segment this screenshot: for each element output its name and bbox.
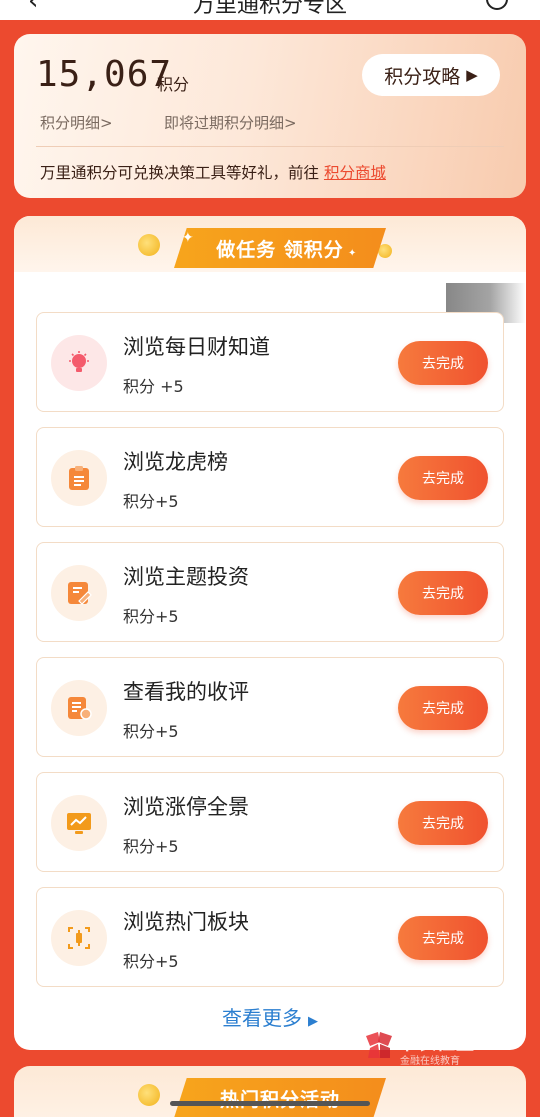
task-name: 浏览每日财知道 <box>123 335 270 359</box>
trend-monitor-icon <box>51 795 107 851</box>
points-guide-label: 积分攻略 <box>384 65 461 88</box>
hot-activities-banner: 热门积分活动 <box>174 1078 386 1117</box>
home-indicator[interactable] <box>170 1101 370 1106</box>
points-mall-link[interactable]: 积分商城 <box>324 164 386 182</box>
complete-task-button[interactable]: 去完成 <box>398 916 488 960</box>
complete-task-button[interactable]: 去完成 <box>398 801 488 845</box>
task-item: 浏览热门板块 积分+5 去完成 <box>36 887 504 987</box>
candlestick-icon <box>51 910 107 966</box>
task-name: 浏览涨停全景 <box>123 795 249 819</box>
task-points: 积分+5 <box>123 607 179 626</box>
complete-task-button[interactable]: 去完成 <box>398 571 488 615</box>
description-text: 万里通积分可兑换决策工具等好礼，前往 <box>40 164 320 182</box>
task-name: 浏览主题投资 <box>123 565 249 589</box>
points-guide-button[interactable]: 积分攻略 ▶ <box>362 54 500 96</box>
task-item: 浏览每日财知道 积分 +5 去完成 <box>36 312 504 412</box>
clipboard-icon <box>51 450 107 506</box>
points-value: 15,067 <box>36 54 173 95</box>
hot-activities-title: 热门积分活动 <box>219 1088 340 1111</box>
task-name: 浏览龙虎榜 <box>123 450 228 474</box>
points-summary-card: 15,067 积分 积分攻略 ▶ 积分明细> 即将过期积分明细> 万里通积分可兑… <box>14 34 526 198</box>
task-card: 做任务 领积分 ✦ ✦ 浏览每日财知道 积分 +5 去完成 浏览龙虎榜 积分+5… <box>14 216 526 1050</box>
watermark: 卡农社区 金融在线教育 <box>362 1026 492 1070</box>
top-bar: ‹ 万里通积分专区 <box>0 0 540 20</box>
page-title: 万里通积分专区 <box>192 0 347 18</box>
task-item: 浏览涨停全景 积分+5 去完成 <box>36 772 504 872</box>
watermark-logo-icon <box>366 1032 392 1058</box>
complete-task-button[interactable]: 去完成 <box>398 686 488 730</box>
task-points: 积分+5 <box>123 952 179 971</box>
report-icon <box>51 680 107 736</box>
task-list: 浏览每日财知道 积分 +5 去完成 浏览龙虎榜 积分+5 去完成 浏览主题投资 … <box>36 312 504 1002</box>
task-item: 浏览主题投资 积分+5 去完成 <box>36 542 504 642</box>
sparkle-icon: ✦ <box>182 230 194 246</box>
points-detail-link[interactable]: 积分明细> <box>40 112 113 133</box>
task-item: 查看我的收评 积分+5 去完成 <box>36 657 504 757</box>
coin-icon <box>138 234 160 256</box>
complete-task-button[interactable]: 去完成 <box>398 341 488 385</box>
task-name: 浏览热门板块 <box>123 910 249 934</box>
task-item: 浏览龙虎榜 积分+5 去完成 <box>36 427 504 527</box>
divider <box>36 146 504 147</box>
see-more-label: 查看更多 <box>222 1006 302 1030</box>
task-points: 积分+5 <box>123 492 179 511</box>
sparkle-icon: ✦ <box>348 248 357 259</box>
play-arrow-icon: ▶ <box>308 1014 318 1029</box>
edit-document-icon <box>51 565 107 621</box>
complete-task-button[interactable]: 去完成 <box>398 456 488 500</box>
watermark-title: 卡农社区 <box>398 1032 475 1054</box>
watermark-subtitle: 金融在线教育 <box>400 1056 460 1067</box>
task-points: 积分+5 <box>123 722 179 741</box>
task-points: 积分+5 <box>123 837 179 856</box>
coin-icon <box>138 1084 160 1106</box>
chevron-right-icon: ▶ <box>466 66 478 84</box>
task-name: 查看我的收评 <box>123 680 249 704</box>
points-unit: 积分 <box>157 75 190 94</box>
hot-activities-card: 热门积分活动 <box>14 1066 526 1117</box>
task-card-header: 做任务 领积分 ✦ ✦ <box>14 216 526 272</box>
task-section-title: 做任务 领积分 <box>216 238 344 261</box>
task-points: 积分 +5 <box>123 377 184 396</box>
expiring-points-link[interactable]: 即将过期积分明细> <box>164 112 297 133</box>
lightbulb-icon <box>51 335 107 391</box>
points-description: 万里通积分可兑换决策工具等好礼，前往 积分商城 <box>40 161 386 183</box>
